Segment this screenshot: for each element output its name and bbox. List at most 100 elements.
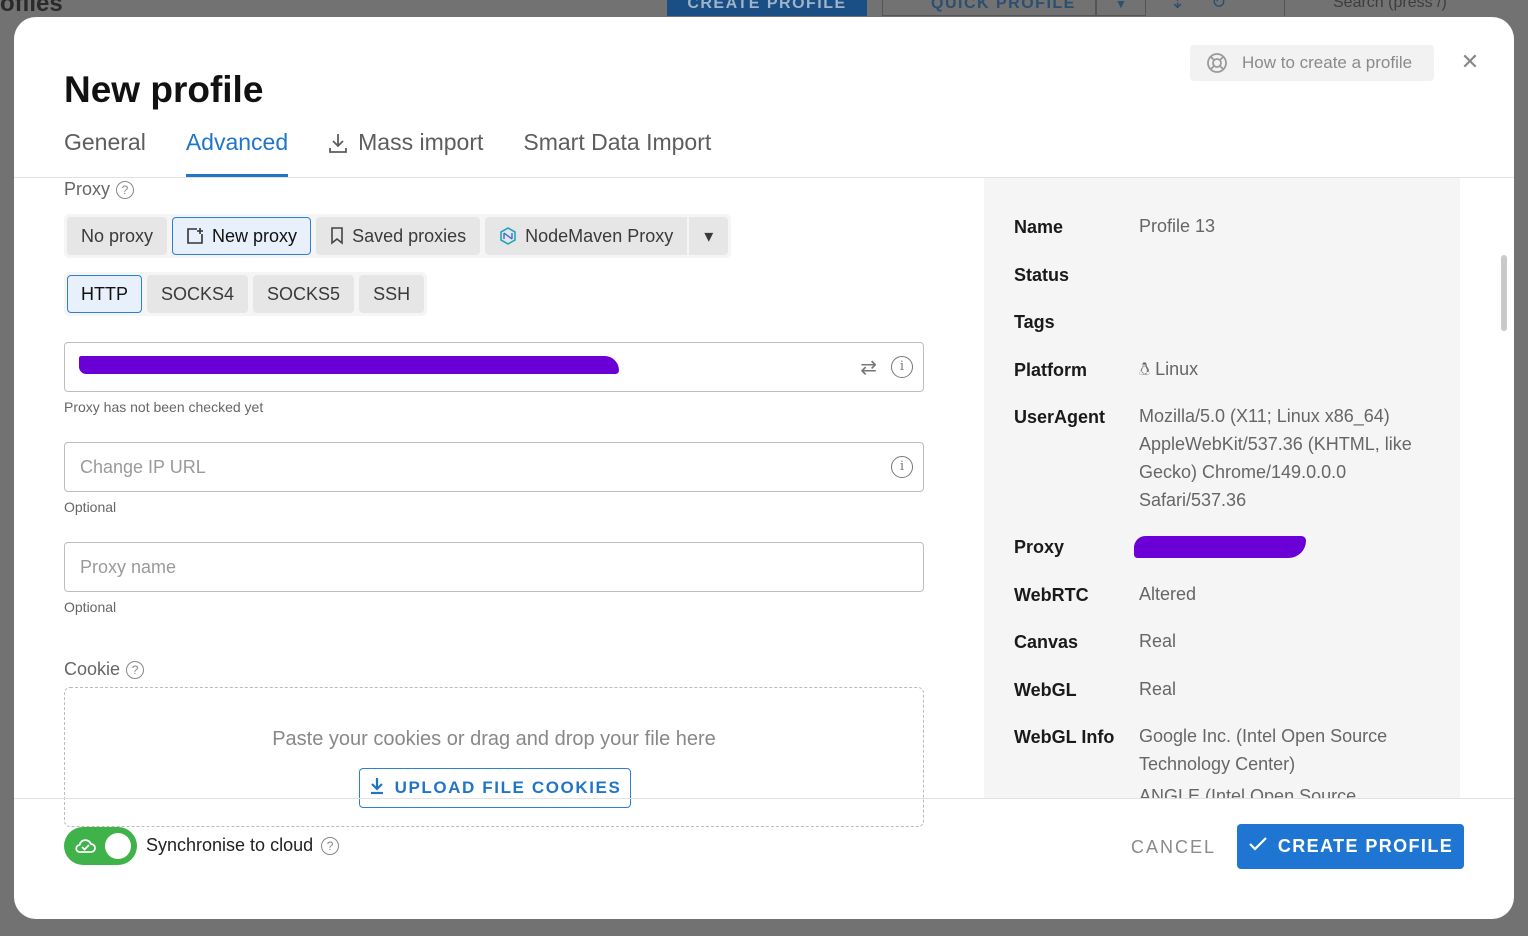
- upload-cookies-label: UPLOAD FILE COOKIES: [394, 778, 622, 797]
- new-proxy-button[interactable]: New proxy: [172, 217, 312, 255]
- nodemaven-label: NodeMaven Proxy: [525, 225, 674, 246]
- tab-smart-data-import[interactable]: Smart Data Import: [523, 129, 711, 177]
- redacted-proxy-value: [79, 356, 619, 374]
- proxy-type-ssh[interactable]: SSH: [359, 275, 425, 313]
- background-toolbar-icons: ⇣↻: [1170, 0, 1253, 12]
- new-profile-dialog: New profile How to create a profile ✕ Ge…: [14, 17, 1514, 919]
- create-profile-label: CREATE PROFILE: [1277, 836, 1454, 856]
- sync-cloud-toggle[interactable]: [64, 827, 137, 865]
- summary-value: Google Inc. (Intel Open Source Technolog…: [1139, 726, 1388, 774]
- cookie-section-label: Cookie ?: [64, 659, 145, 680]
- check-icon: [1248, 836, 1268, 857]
- profile-summary-panel: Name Profile 13 Status Tags Platform 🐧︎ …: [984, 178, 1460, 798]
- sync-cloud-label: Synchronise to cloud: [146, 835, 314, 855]
- platform-value: Linux: [1155, 359, 1199, 379]
- summary-value: ANGLE (Intel Open Source: [1139, 786, 1357, 798]
- tab-advanced-label: Advanced: [185, 129, 289, 155]
- toggle-knob: [105, 833, 131, 859]
- proxy-type-group: HTTP SOCKS4 SOCKS5 SSH: [64, 272, 428, 316]
- no-proxy-label: No proxy: [81, 225, 154, 246]
- background-quick-profile-button: QUICK PROFILE: [882, 0, 1096, 16]
- footer-divider: [14, 798, 1514, 799]
- summary-key: WebRTC: [1014, 585, 1089, 605]
- tab-general-label: General: [64, 129, 146, 155]
- lifebuoy-icon: [1207, 53, 1227, 73]
- download-icon: [328, 132, 348, 160]
- dialog-tabs: General Advanced Mass import Smart Data …: [64, 129, 751, 177]
- proxy-type-socks5[interactable]: SOCKS5: [253, 275, 355, 313]
- summary-value: 🐧︎ Linux: [1139, 355, 1429, 383]
- chevron-down-icon[interactable]: ▾: [689, 217, 729, 255]
- proxy-help-icon[interactable]: ?: [116, 180, 135, 199]
- info-icon[interactable]: i: [891, 356, 913, 378]
- cancel-button[interactable]: CANCEL: [1131, 837, 1216, 858]
- summary-value: Mozilla/5.0 (X11; Linux x86_64) AppleWeb…: [1139, 406, 1412, 510]
- no-proxy-button[interactable]: No proxy: [67, 217, 168, 255]
- summary-value: Altered: [1139, 584, 1197, 604]
- how-to-create-profile-button[interactable]: How to create a profile: [1190, 45, 1434, 81]
- proxy-name-helper: Optional: [64, 599, 117, 615]
- proxy-host-input[interactable]: ⇄ i: [64, 342, 924, 392]
- proxy-status-text: Proxy has not been checked yet: [64, 399, 264, 415]
- nodemaven-proxy-button[interactable]: NodeMaven Proxy: [485, 217, 688, 255]
- proxy-name-placeholder: Proxy name: [80, 557, 177, 577]
- new-proxy-icon: [186, 227, 204, 245]
- tab-advanced[interactable]: Advanced: [185, 129, 289, 177]
- summary-value: Real: [1139, 679, 1177, 699]
- background-create-profile-button: CREATE PROFILE: [667, 0, 867, 16]
- help-link-label: How to create a profile: [1242, 53, 1413, 72]
- summary-value: Real: [1139, 631, 1177, 651]
- proxy-source-group: No proxy New proxy Saved proxies NodeMav…: [64, 214, 732, 258]
- socks4-label: SOCKS4: [161, 283, 235, 304]
- bookmark-icon: [330, 227, 344, 245]
- change-ip-placeholder: Change IP URL: [80, 457, 206, 477]
- saved-proxies-button[interactable]: Saved proxies: [316, 217, 481, 255]
- cookie-dropzone[interactable]: Paste your cookies or drag and drop your…: [64, 687, 924, 827]
- tab-mass-import[interactable]: Mass import: [328, 129, 483, 177]
- nodemaven-icon: [499, 227, 517, 245]
- swap-icon[interactable]: ⇄: [860, 355, 877, 380]
- summary-key: Platform: [1014, 360, 1088, 380]
- ssh-label: SSH: [373, 283, 411, 304]
- summary-key: Status: [1014, 265, 1070, 285]
- change-ip-helper: Optional: [64, 499, 117, 515]
- sync-help-icon[interactable]: ?: [321, 836, 340, 855]
- summary-key: Proxy: [1014, 537, 1065, 557]
- proxy-section-label: Proxy ?: [64, 179, 135, 200]
- summary-key: Name: [1014, 217, 1064, 237]
- download-icon: [369, 777, 385, 800]
- proxy-label: Proxy: [64, 179, 111, 199]
- upload-file-cookies-button[interactable]: UPLOAD FILE COOKIES: [359, 768, 631, 808]
- change-ip-url-input[interactable]: Change IP URL i: [64, 442, 924, 492]
- summary-value: Profile 13: [1139, 216, 1216, 236]
- cloud-icon: [74, 836, 96, 861]
- background-dropdown-icon: ▼: [1096, 0, 1146, 16]
- cookie-drop-text: Paste your cookies or drag and drop your…: [272, 728, 716, 750]
- proxy-type-socks4[interactable]: SOCKS4: [147, 275, 249, 313]
- redacted-proxy-summary: [1134, 536, 1306, 558]
- cookie-label: Cookie: [64, 659, 121, 679]
- info-icon[interactable]: i: [891, 456, 913, 478]
- linux-icon: 🐧︎: [1139, 359, 1156, 379]
- summary-key: Tags: [1014, 312, 1055, 332]
- saved-proxies-label: Saved proxies: [352, 225, 467, 246]
- tab-general[interactable]: General: [64, 129, 146, 177]
- proxy-type-http[interactable]: HTTP: [67, 275, 142, 313]
- summary-key: UserAgent: [1014, 407, 1106, 427]
- sync-cloud-label-group: Synchronise to cloud ?: [146, 835, 340, 856]
- summary-key: Canvas: [1014, 632, 1079, 652]
- summary-key: WebGL: [1014, 680, 1077, 700]
- summary-key: WebGL Info: [1014, 727, 1115, 747]
- close-icon[interactable]: ✕: [1458, 50, 1482, 74]
- new-proxy-label: New proxy: [212, 225, 298, 246]
- background-search-input: Search (press /): [1284, 0, 1528, 16]
- create-profile-button[interactable]: CREATE PROFILE: [1237, 824, 1464, 869]
- proxy-name-input[interactable]: Proxy name: [64, 542, 924, 592]
- tab-mass-import-label: Mass import: [358, 129, 484, 155]
- background-page-title: ofiles: [0, 0, 63, 17]
- tab-smart-import-label: Smart Data Import: [523, 129, 712, 155]
- cookie-help-icon[interactable]: ?: [126, 660, 145, 679]
- scrollbar-thumb[interactable]: [1501, 255, 1507, 331]
- dialog-title: New profile: [64, 69, 264, 110]
- socks5-label: SOCKS5: [267, 283, 341, 304]
